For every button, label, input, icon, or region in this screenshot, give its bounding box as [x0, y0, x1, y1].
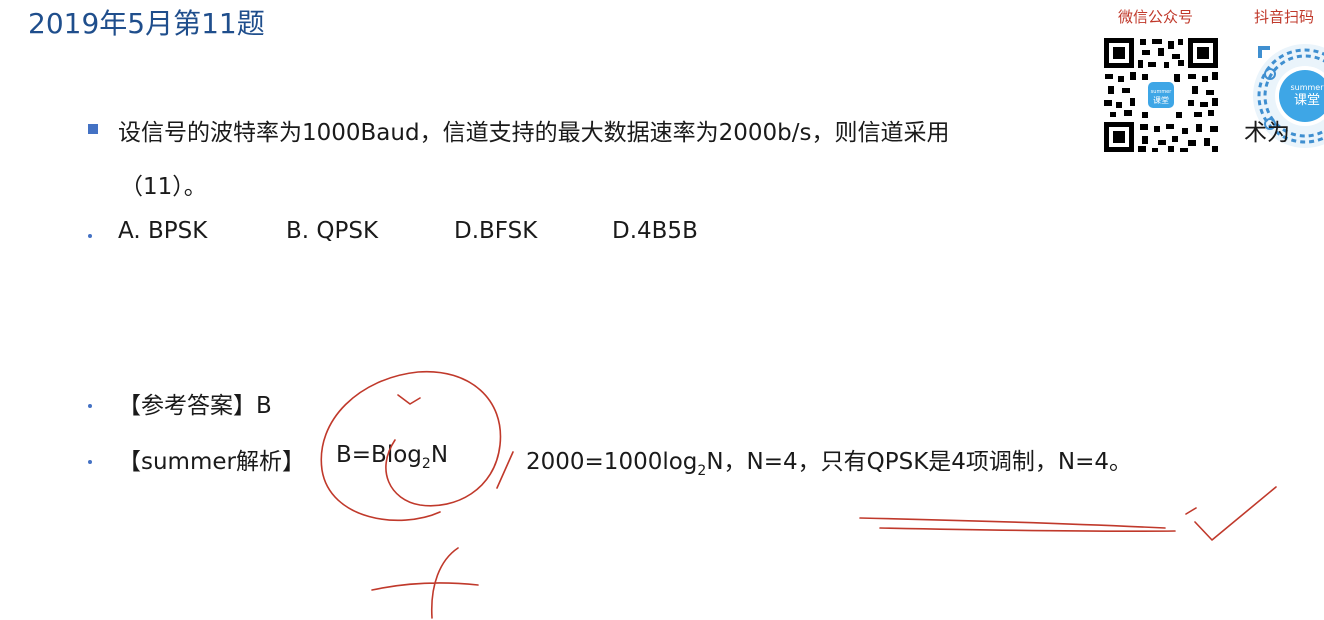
option-a[interactable]: A. BPSK	[118, 218, 207, 244]
analysis-formula-1: B=Blog2N	[336, 442, 449, 472]
option-b[interactable]: B. QPSK	[286, 218, 378, 244]
douyin-logo-text: summer	[1290, 83, 1324, 92]
analysis-formula-2: 2000=1000log2N，N=4，只有QPSK是4项调制，N=4。	[526, 449, 1133, 479]
qr-logo-text: summer	[1151, 89, 1173, 95]
douyin-logo-text-2: 课堂	[1294, 93, 1320, 108]
qr-code-graphic: summer 课堂	[1102, 36, 1220, 154]
ink-tick	[397, 394, 421, 405]
question-line-1: 设信号的波特率为1000Baud，信道支持的最大数据速率为2000b/s，则信道…	[118, 120, 950, 146]
page-title: 2019年5月第11题	[28, 7, 265, 40]
ink-underline-2	[879, 527, 1176, 533]
analysis-prefix: 【summer解析】	[118, 449, 305, 475]
wechat-label: 微信公众号	[1118, 8, 1194, 26]
option-c[interactable]: D.BFSK	[454, 218, 537, 244]
question-bullet	[88, 124, 98, 134]
ink-divider	[496, 451, 514, 489]
slide: 2019年5月第11题 微信公众号 抖音扫码 summer 课堂 summer …	[0, 0, 1324, 620]
ink-cross	[371, 547, 479, 619]
douyin-label: 抖音扫码	[1254, 8, 1315, 26]
question-line-2: （11）。	[120, 174, 207, 200]
question-line-1-tail: 术为	[1244, 120, 1290, 146]
option-d[interactable]: D.4B5B	[612, 218, 698, 244]
options-bullet	[88, 234, 92, 238]
ink-underline-1	[859, 517, 1166, 529]
answer-bullet	[88, 404, 92, 408]
ink-checkmark	[1194, 486, 1277, 541]
wechat-qr-code[interactable]: summer 课堂	[1102, 36, 1220, 154]
qr-logo-text-2: 课堂	[1153, 95, 1169, 105]
reference-answer: 【参考答案】B	[118, 393, 272, 419]
analysis-bullet	[88, 460, 92, 464]
ink-tick-mark	[1185, 507, 1197, 515]
